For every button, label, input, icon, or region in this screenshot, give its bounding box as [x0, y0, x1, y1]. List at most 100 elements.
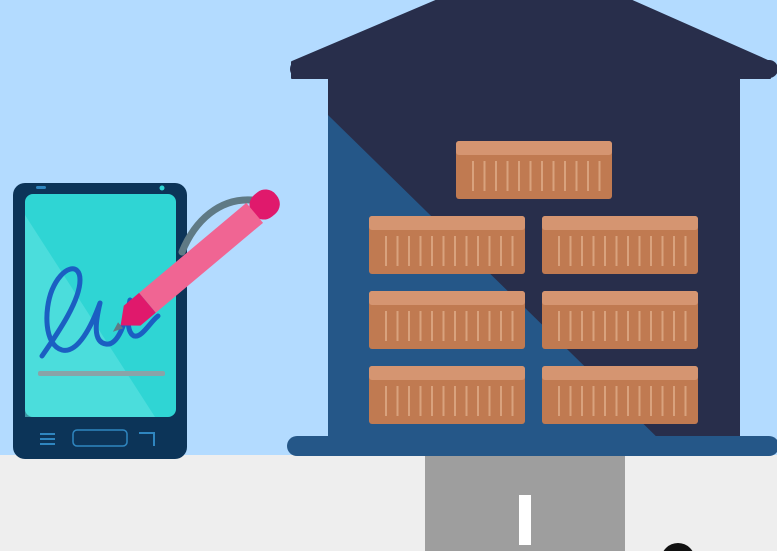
crate-slat — [604, 236, 606, 266]
smartphone-icon — [13, 183, 187, 459]
warehouse-icon — [287, 0, 777, 456]
crate-slat — [419, 236, 422, 266]
crate-slat — [419, 386, 422, 416]
crate-slat — [564, 161, 566, 191]
crate-lid — [369, 216, 525, 230]
crate-slat — [673, 236, 675, 266]
crate-slat — [465, 386, 468, 416]
crate-slat — [477, 311, 479, 341]
crate-slat — [495, 161, 497, 191]
crate-slat — [488, 236, 491, 266]
crate-slat — [650, 386, 652, 416]
crate-slat — [454, 386, 456, 416]
crate-slat — [396, 311, 399, 341]
crate-slat — [431, 236, 433, 266]
crate-slat — [661, 386, 664, 416]
crate-slat — [604, 311, 606, 341]
shipping-crate-icon — [369, 366, 525, 424]
crate-slat — [465, 311, 468, 341]
crate-slat — [575, 161, 578, 191]
delivery-signature-illustration — [0, 0, 777, 551]
crate-slat — [506, 161, 509, 191]
crate-slat — [558, 311, 560, 341]
crate-lid — [542, 291, 698, 305]
shipping-crate-icon — [542, 291, 698, 349]
crate-slat — [442, 236, 445, 266]
crate-slat — [569, 386, 572, 416]
shipping-crate-icon — [456, 141, 612, 199]
crate-slat — [442, 311, 445, 341]
crate-slat — [385, 386, 387, 416]
crate-slat — [408, 311, 410, 341]
crate-slat — [684, 386, 687, 416]
crate-lid — [369, 366, 525, 380]
phone-speaker — [36, 186, 46, 189]
crate-slat — [661, 311, 664, 341]
crate-slat — [581, 236, 583, 266]
crate-slat — [552, 161, 555, 191]
crate-slat — [500, 386, 502, 416]
crate-slat — [511, 311, 514, 341]
ground — [0, 455, 777, 551]
crate-slat — [419, 311, 422, 341]
crate-slat — [615, 311, 618, 341]
crate-lid — [542, 366, 698, 380]
crate-slat — [500, 236, 502, 266]
crate-slat — [627, 236, 629, 266]
signature-line — [38, 371, 165, 376]
crate-slat — [385, 311, 387, 341]
crate-slat — [638, 386, 641, 416]
crate-slat — [592, 236, 595, 266]
crate-slat — [604, 386, 606, 416]
menu-icon[interactable] — [40, 433, 55, 445]
crate-slat — [518, 161, 520, 191]
crate-slat — [454, 311, 456, 341]
shipping-crate-icon — [542, 216, 698, 274]
crate-slat — [488, 311, 491, 341]
crate-slat — [454, 236, 456, 266]
crate-slat — [650, 311, 652, 341]
crate-slat — [587, 161, 589, 191]
shipping-crate-icon — [542, 366, 698, 424]
crate-slat — [592, 311, 595, 341]
crate-slat — [569, 311, 572, 341]
crate-slat — [472, 161, 474, 191]
crate-slat — [385, 236, 387, 266]
crate-lid — [542, 216, 698, 230]
crate-slat — [431, 311, 433, 341]
crate-slat — [558, 386, 560, 416]
crate-slat — [592, 386, 595, 416]
crate-slat — [627, 386, 629, 416]
crate-lid — [456, 141, 612, 155]
crate-slat — [541, 161, 543, 191]
road-marking — [519, 495, 531, 545]
shipping-crate-icon — [369, 216, 525, 274]
crate-slat — [673, 311, 675, 341]
crate-slat — [511, 236, 514, 266]
crate-slat — [396, 236, 399, 266]
crate-slat — [558, 236, 560, 266]
crate-slat — [615, 386, 618, 416]
shipping-crate-icon — [369, 291, 525, 349]
crate-slat — [615, 236, 618, 266]
crate-slat — [569, 236, 572, 266]
crate-slat — [638, 311, 641, 341]
warehouse-base — [287, 436, 777, 456]
crate-slat — [650, 236, 652, 266]
crate-slat — [477, 236, 479, 266]
crate-slat — [627, 311, 629, 341]
crate-slat — [483, 161, 486, 191]
crate-slat — [529, 161, 532, 191]
warehouse-roof-eave — [290, 60, 777, 78]
crate-slat — [477, 386, 479, 416]
crate-slat — [638, 236, 641, 266]
crate-slat — [661, 236, 664, 266]
crate-slat — [684, 311, 687, 341]
crate-slat — [408, 386, 410, 416]
crate-slat — [581, 386, 583, 416]
crate-slat — [581, 311, 583, 341]
crate-slat — [673, 386, 675, 416]
crate-slat — [431, 386, 433, 416]
crate-slat — [598, 161, 601, 191]
crate-slat — [442, 386, 445, 416]
